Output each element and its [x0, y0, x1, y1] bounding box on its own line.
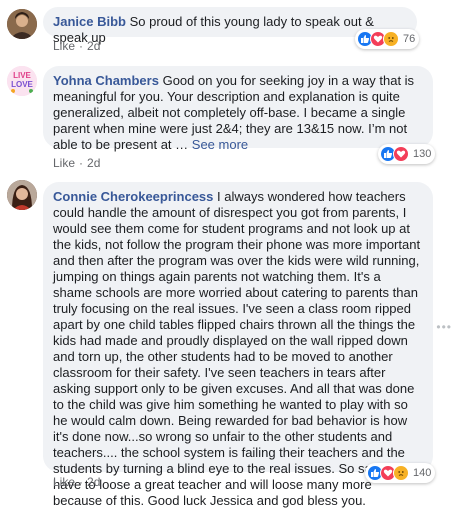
reaction-summary[interactable]: 76	[355, 29, 420, 49]
see-more-link[interactable]: See more	[192, 137, 248, 152]
comment-timestamp[interactable]: 2d	[87, 156, 100, 170]
comment-actions: Like · 2d	[53, 475, 101, 489]
comment-author[interactable]: Janice Bibb	[53, 14, 126, 29]
reaction-count: 130	[413, 148, 432, 160]
comment-timestamp[interactable]: 2d	[87, 475, 100, 489]
comment-actions: Like · 2d	[53, 39, 101, 53]
svg-text:LOVE: LOVE	[11, 80, 33, 89]
sad-icon	[383, 31, 399, 47]
reaction-summary[interactable]: 130	[378, 144, 436, 164]
avatar[interactable]: LIVE LOVE	[7, 66, 37, 96]
comment-author[interactable]: Connie Cherokeeprincess	[53, 189, 213, 204]
comment-text: I always wondered how teachers could han…	[53, 189, 421, 508]
comment-actions: Like · 2d	[53, 156, 101, 170]
reaction-count: 76	[403, 33, 416, 45]
reaction-count: 140	[413, 467, 432, 479]
comment-bubble: Yohna Chambers Good on you for seeking j…	[43, 66, 433, 152]
more-options-icon[interactable]: •••	[436, 320, 452, 334]
reaction-summary[interactable]: 140	[365, 463, 436, 483]
like-button[interactable]: Like	[53, 156, 75, 170]
comment-author[interactable]: Yohna Chambers	[53, 73, 159, 88]
like-button[interactable]: Like	[53, 39, 75, 53]
sad-icon	[393, 465, 409, 481]
like-button[interactable]: Like	[53, 475, 75, 489]
avatar[interactable]	[7, 9, 37, 39]
avatar[interactable]	[7, 180, 37, 210]
love-icon	[393, 146, 409, 162]
svg-text:LIVE: LIVE	[13, 71, 31, 80]
comment-bubble: Connie Cherokeeprincess I always wondere…	[43, 182, 433, 508]
comment-timestamp[interactable]: 2d	[87, 39, 100, 53]
